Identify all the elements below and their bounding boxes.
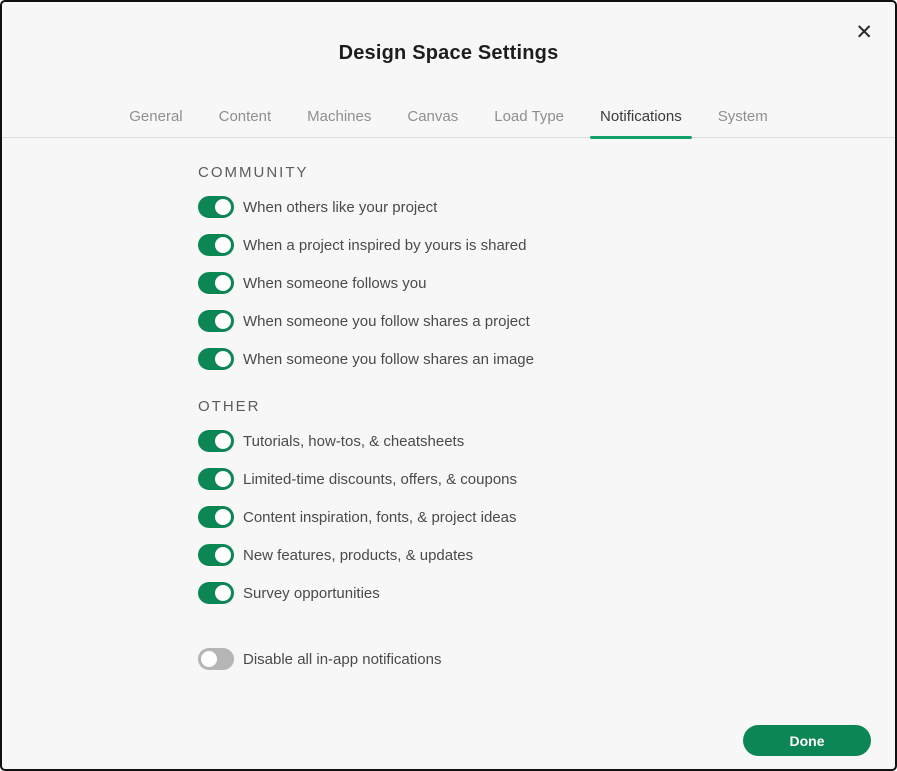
toggle-row: When someone follows you xyxy=(198,272,895,294)
toggle-switch[interactable] xyxy=(198,196,234,218)
notifications-panel: COMMUNITY When others like your project … xyxy=(2,138,895,670)
close-icon[interactable]: ✕ xyxy=(855,22,873,43)
community-heading: COMMUNITY xyxy=(198,164,895,181)
settings-dialog: ✕ Design Space Settings General Content … xyxy=(0,0,897,771)
toggle-switch[interactable] xyxy=(198,468,234,490)
tab-load-type[interactable]: Load Type xyxy=(484,109,574,137)
dialog-title: Design Space Settings xyxy=(2,42,895,65)
toggle-row: Content inspiration, fonts, & project id… xyxy=(198,506,895,528)
tab-general[interactable]: General xyxy=(119,109,192,137)
toggle-switch[interactable] xyxy=(198,348,234,370)
tab-canvas[interactable]: Canvas xyxy=(397,109,468,137)
done-button[interactable]: Done xyxy=(743,725,871,756)
disable-all-toggle-switch[interactable] xyxy=(198,648,234,670)
toggle-switch[interactable] xyxy=(198,272,234,294)
toggle-label: New features, products, & updates xyxy=(243,547,473,564)
toggle-label: Tutorials, how-tos, & cheatsheets xyxy=(243,433,464,450)
toggle-row: When others like your project xyxy=(198,196,895,218)
toggle-row: Tutorials, how-tos, & cheatsheets xyxy=(198,430,895,452)
toggle-row: When a project inspired by yours is shar… xyxy=(198,234,895,256)
toggle-switch[interactable] xyxy=(198,310,234,332)
toggle-label: When a project inspired by yours is shar… xyxy=(243,237,526,254)
toggle-switch[interactable] xyxy=(198,506,234,528)
toggle-row: When someone you follow shares an image xyxy=(198,348,895,370)
toggle-switch[interactable] xyxy=(198,544,234,566)
tab-system[interactable]: System xyxy=(708,109,778,137)
toggle-label: Limited-time discounts, offers, & coupon… xyxy=(243,471,517,488)
tab-machines[interactable]: Machines xyxy=(297,109,381,137)
toggle-switch[interactable] xyxy=(198,430,234,452)
toggle-label: Content inspiration, fonts, & project id… xyxy=(243,509,517,526)
toggle-switch[interactable] xyxy=(198,234,234,256)
other-section: OTHER Tutorials, how-tos, & cheatsheets … xyxy=(198,398,895,604)
toggle-label: Survey opportunities xyxy=(243,585,380,602)
community-section: COMMUNITY When others like your project … xyxy=(198,164,895,370)
toggle-label: When someone you follow shares a project xyxy=(243,313,530,330)
toggle-label: When someone follows you xyxy=(243,275,426,292)
tab-notifications[interactable]: Notifications xyxy=(590,109,692,137)
toggle-row: Limited-time discounts, offers, & coupon… xyxy=(198,468,895,490)
disable-all-label: Disable all in-app notifications xyxy=(243,651,441,668)
toggle-row: New features, products, & updates xyxy=(198,544,895,566)
toggle-label: When someone you follow shares an image xyxy=(243,351,534,368)
settings-tabs: General Content Machines Canvas Load Typ… xyxy=(2,109,895,138)
other-heading: OTHER xyxy=(198,398,895,415)
toggle-row: When someone you follow shares a project xyxy=(198,310,895,332)
disable-all-row: Disable all in-app notifications xyxy=(198,648,895,670)
toggle-label: When others like your project xyxy=(243,199,437,216)
toggle-switch[interactable] xyxy=(198,582,234,604)
tab-content[interactable]: Content xyxy=(209,109,282,137)
toggle-row: Survey opportunities xyxy=(198,582,895,604)
